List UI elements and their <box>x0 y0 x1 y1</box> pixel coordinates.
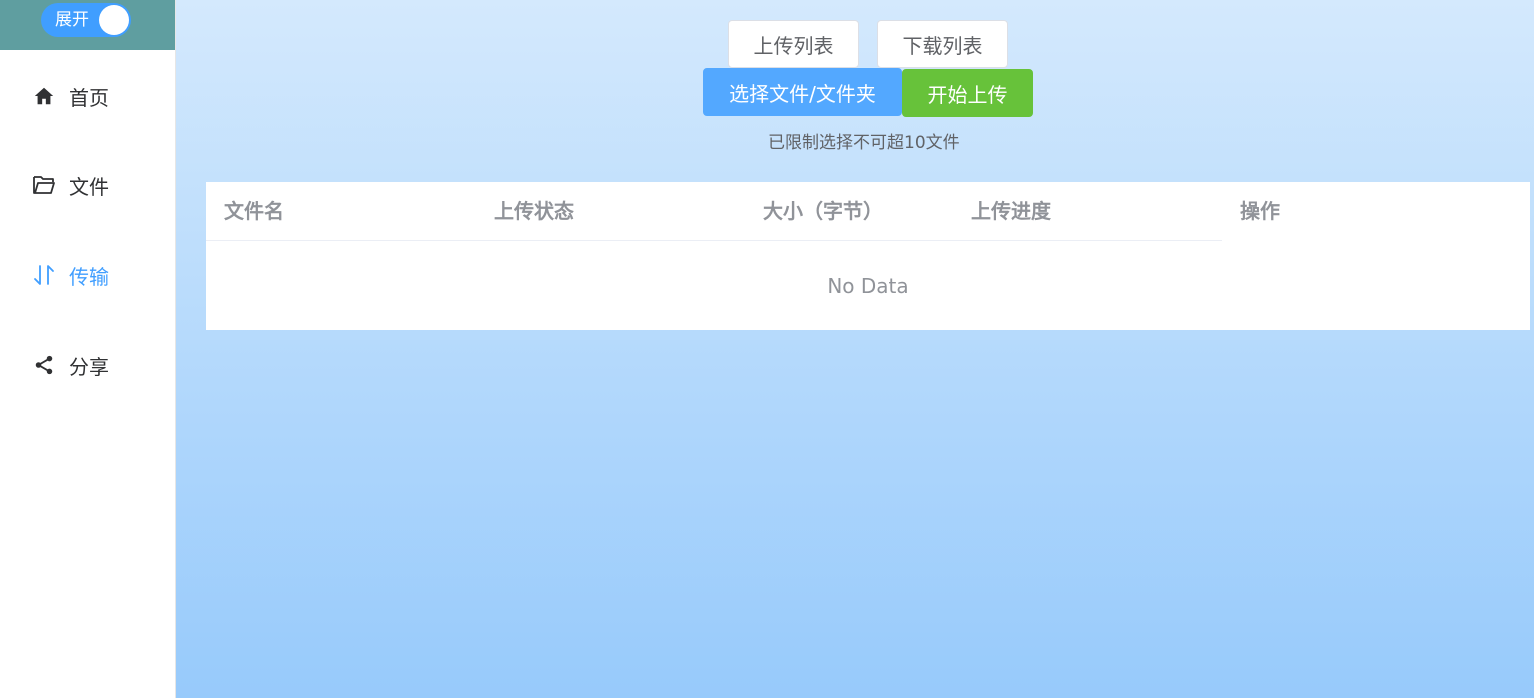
toggle-knob <box>99 5 129 35</box>
sidebar-item-transfer[interactable]: 传输 <box>0 247 175 303</box>
sidebar: 展开 首页 文件 传输 分享 <box>0 0 176 698</box>
column-header-size: 大小（字节） <box>763 199 883 223</box>
sidebar-item-label: 传输 <box>69 264 109 289</box>
sidebar-item-label: 分享 <box>69 354 109 379</box>
table-header: 文件名 上传状态 大小（字节） 上传进度 操作 <box>206 182 1530 241</box>
sidebar-item-label: 首页 <box>69 85 109 110</box>
upload-table: 文件名 上传状态 大小（字节） 上传进度 操作 No Data <box>206 182 1530 330</box>
column-header-status: 上传状态 <box>494 199 574 223</box>
sidebar-item-files[interactable]: 文件 <box>0 157 175 213</box>
home-icon <box>32 84 56 108</box>
select-files-button[interactable]: 选择文件/文件夹 <box>703 68 902 116</box>
file-limit-hint: 已限制选择不可超10文件 <box>768 133 960 153</box>
main-panel: 上传列表 下载列表 选择文件/文件夹 开始上传 已限制选择不可超10文件 文件名… <box>176 0 1534 698</box>
folder-icon <box>32 173 56 197</box>
sidebar-item-label: 文件 <box>69 174 109 199</box>
transfer-icon <box>32 263 56 287</box>
sidebar-item-share[interactable]: 分享 <box>0 337 175 393</box>
expand-toggle[interactable]: 展开 <box>41 3 131 37</box>
column-header-filename: 文件名 <box>224 199 284 223</box>
column-header-actions: 操作 <box>1240 199 1280 223</box>
download-list-button[interactable]: 下载列表 <box>877 20 1008 68</box>
column-header-progress: 上传进度 <box>971 199 1051 223</box>
sidebar-header: 展开 <box>0 0 175 50</box>
empty-state: No Data <box>827 273 909 298</box>
sidebar-item-home[interactable]: 首页 <box>0 68 175 124</box>
start-upload-button[interactable]: 开始上传 <box>902 69 1033 117</box>
share-icon <box>32 353 56 377</box>
upload-list-button[interactable]: 上传列表 <box>728 20 859 68</box>
expand-toggle-label: 展开 <box>55 10 89 30</box>
